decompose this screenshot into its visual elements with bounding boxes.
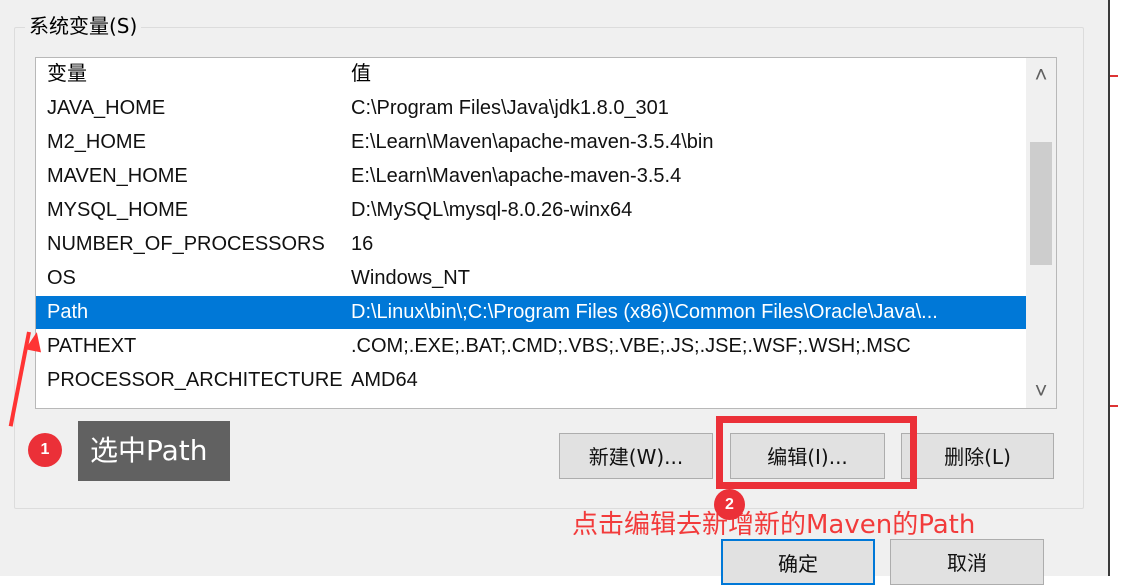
variable-name: M2_HOME xyxy=(47,131,146,153)
vertical-scrollbar[interactable]: ˄ ˅ xyxy=(1026,58,1056,408)
variable-name: PROCESSOR_ARCHITECTURE xyxy=(47,369,343,391)
system-variables-title: 系统变量(S) xyxy=(25,12,142,40)
variable-value: D:\MySQL\mysql-8.0.26-winx64 xyxy=(351,199,633,221)
table-row-path-selected[interactable]: Path D:\Linux\bin\;C:\Program Files (x86… xyxy=(36,296,1026,329)
variable-name: Path xyxy=(47,301,89,323)
scrollbar-thumb[interactable] xyxy=(1030,142,1052,265)
table-row-processor-architecture[interactable]: PROCESSOR_ARCHITECTURE AMD64 xyxy=(36,364,1026,397)
new-variable-button[interactable]: 新建(W)... xyxy=(559,433,713,479)
table-row-m2-home[interactable]: M2_HOME E:\Learn\Maven\apache-maven-3.5.… xyxy=(36,126,1026,159)
variable-value: Windows_NT xyxy=(351,267,470,289)
column-header-variable[interactable]: 变量 xyxy=(47,58,347,91)
system-variables-list[interactable]: 变量 值 JAVA_HOME C:\Program Files\Java\jdk… xyxy=(35,57,1057,409)
variable-value: C:\Program Files\Java\jdk1.8.0_301 xyxy=(351,97,669,119)
right-window-edge xyxy=(1108,0,1132,576)
variable-name: JAVA_HOME xyxy=(47,97,166,119)
cancel-button[interactable]: 取消 xyxy=(890,539,1044,585)
table-row-mysql-home[interactable]: MYSQL_HOME D:\MySQL\mysql-8.0.26-winx64 xyxy=(36,194,1026,227)
table-row-os[interactable]: OS Windows_NT xyxy=(36,262,1026,295)
step-two-badge: 2 xyxy=(714,489,745,520)
chevron-up-icon[interactable]: ˄ xyxy=(1026,58,1056,92)
variable-value: 16 xyxy=(351,233,374,255)
window-border xyxy=(1108,0,1110,576)
table-row-pathext[interactable]: PATHEXT .COM;.EXE;.BAT;.CMD;.VBS;.VBE;.J… xyxy=(36,330,1026,363)
chevron-down-icon[interactable]: ˅ xyxy=(1026,374,1056,408)
table-row-java-home[interactable]: JAVA_HOME C:\Program Files\Java\jdk1.8.0… xyxy=(36,92,1026,125)
step-one-badge: 1 xyxy=(28,433,62,467)
column-header-value[interactable]: 值 xyxy=(351,58,1026,91)
variable-value: D:\Linux\bin\;C:\Program Files (x86)\Com… xyxy=(351,301,938,323)
ok-button[interactable]: 确定 xyxy=(721,539,875,585)
variable-name: PATHEXT xyxy=(47,335,137,357)
variable-name: NUMBER_OF_PROCESSORS xyxy=(47,233,325,255)
variable-value: E:\Learn\Maven\apache-maven-3.5.4 xyxy=(351,165,682,187)
select-path-tooltip: 选中Path xyxy=(78,421,230,481)
variable-value: E:\Learn\Maven\apache-maven-3.5.4\bin xyxy=(351,131,714,153)
edit-instruction: 点击编辑去新增新的Maven的Path xyxy=(572,510,976,540)
edit-button-highlight xyxy=(716,416,917,489)
variables-table-header: 变量 值 xyxy=(36,58,1026,91)
variable-value: .COM;.EXE;.BAT;.CMD;.VBS;.VBE;.JS;.JSE;.… xyxy=(351,335,911,357)
table-row-number-of-processors[interactable]: NUMBER_OF_PROCESSORS 16 xyxy=(36,228,1026,261)
table-row-maven-home[interactable]: MAVEN_HOME E:\Learn\Maven\apache-maven-3… xyxy=(36,160,1026,193)
red-edge-mark xyxy=(1110,75,1118,77)
delete-variable-button[interactable]: 删除(L) xyxy=(901,433,1054,479)
variable-name: OS xyxy=(47,267,76,289)
variable-name: MYSQL_HOME xyxy=(47,199,189,221)
red-edge-mark xyxy=(1110,405,1118,407)
variable-value: AMD64 xyxy=(351,369,418,391)
variable-name: MAVEN_HOME xyxy=(47,165,188,187)
